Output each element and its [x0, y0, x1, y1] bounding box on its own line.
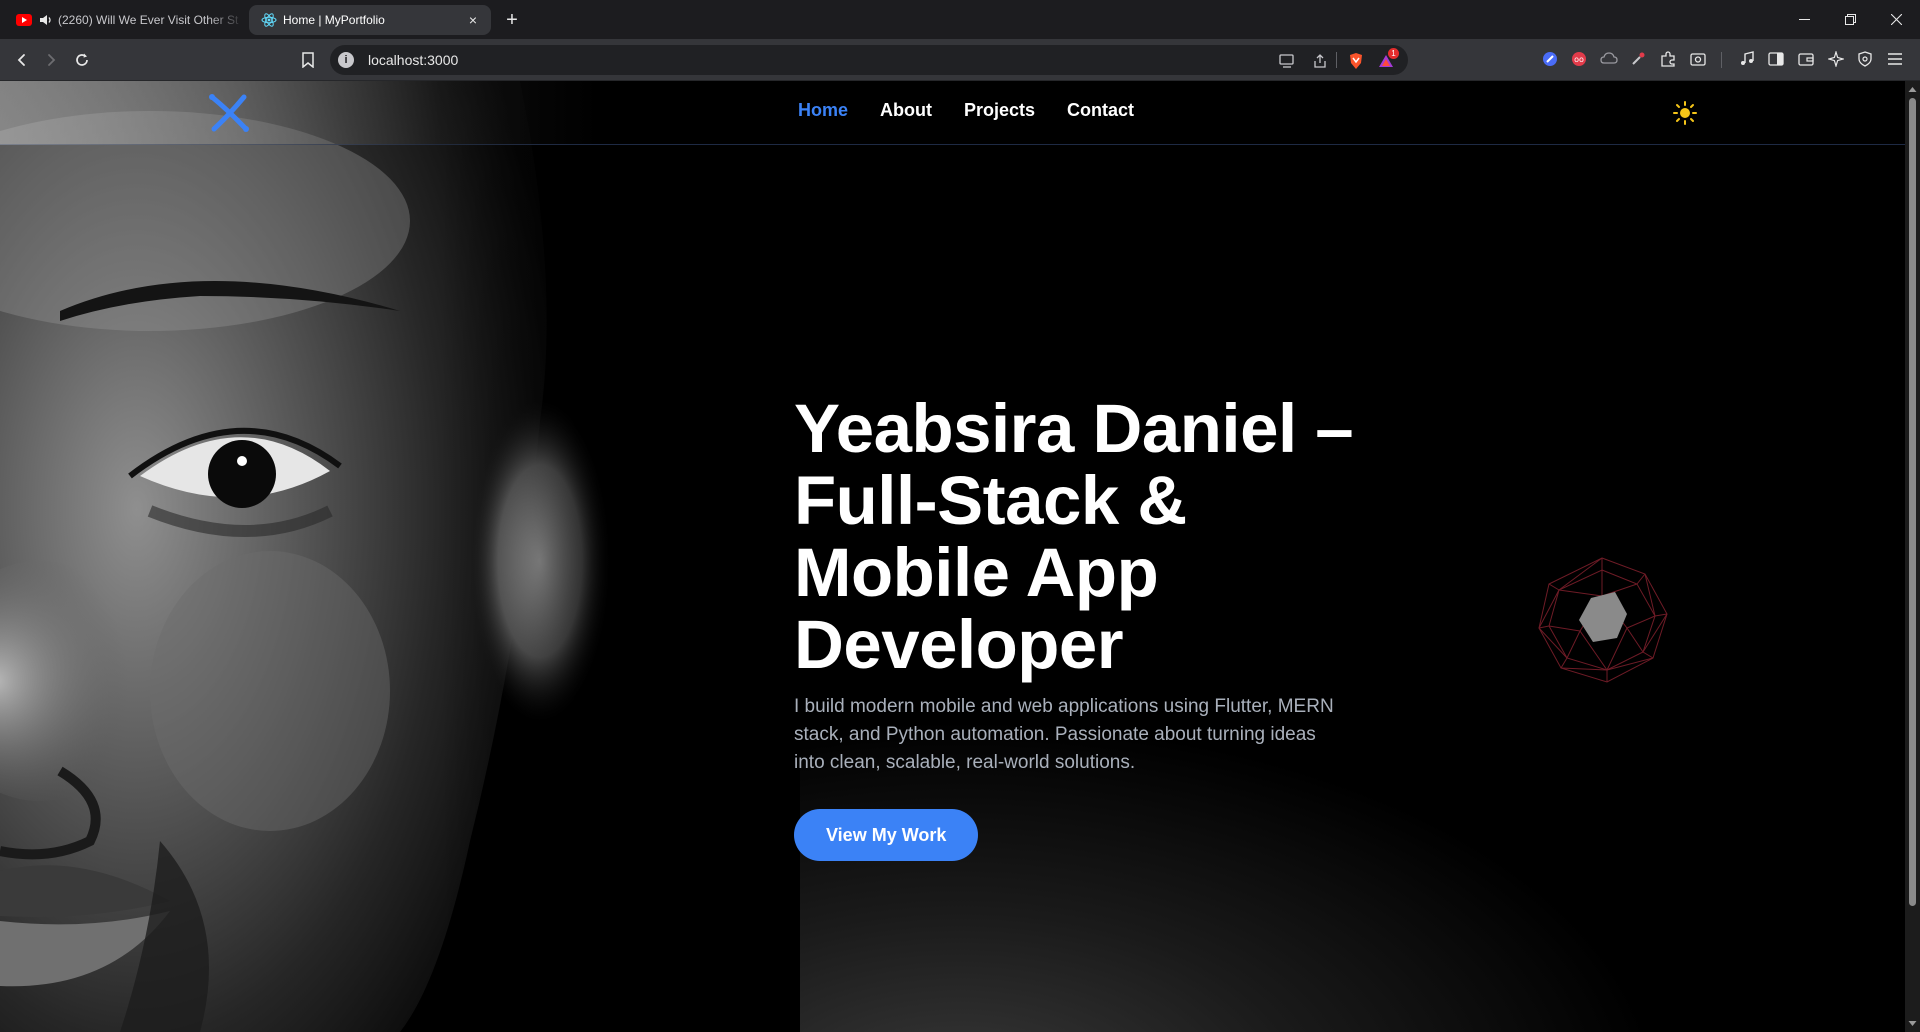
cloud-extension-icon[interactable]	[1598, 48, 1620, 70]
brave-rewards-icon[interactable]: 1	[1376, 48, 1399, 71]
minimize-icon[interactable]	[1781, 0, 1827, 39]
tab-portfolio[interactable]: Home | MyPortfolio ×	[249, 5, 491, 35]
menu-icon[interactable]	[1884, 48, 1906, 70]
vpn-shield-icon[interactable]	[1854, 48, 1876, 70]
screenshot-icon[interactable]	[1687, 48, 1709, 70]
portfolio-page: Home About Projects Contact Yeabsira Dan…	[0, 81, 1905, 1032]
speaker-icon[interactable]	[38, 12, 54, 28]
view-my-work-button[interactable]: View My Work	[794, 809, 979, 861]
url-text[interactable]: localhost:3000	[368, 52, 458, 68]
forward-icon[interactable]	[38, 47, 64, 73]
scroll-up-icon[interactable]	[1908, 85, 1917, 94]
nav-home[interactable]: Home	[798, 100, 848, 121]
browser-toolbar: i localhost:3000 1 oo	[0, 39, 1920, 81]
extension-blue-icon[interactable]	[1539, 48, 1561, 70]
scroll-down-icon[interactable]	[1908, 1019, 1917, 1028]
header-gradient	[0, 81, 800, 145]
react-icon	[261, 12, 277, 28]
nav-contact[interactable]: Contact	[1067, 100, 1134, 121]
back-icon[interactable]	[9, 47, 35, 73]
toolbar-divider	[1721, 52, 1722, 68]
media-control-icon[interactable]	[1736, 48, 1758, 70]
nav-projects[interactable]: Projects	[964, 100, 1035, 121]
brave-shields-icon[interactable]	[1346, 51, 1366, 71]
hero-description: I build modern mobile and web applicatio…	[794, 696, 1334, 773]
leo-ai-icon[interactable]	[1825, 48, 1847, 70]
sun-icon[interactable]	[1672, 100, 1698, 126]
scrollbar-thumb[interactable]	[1909, 98, 1916, 906]
main-nav: Home About Projects Contact	[798, 100, 1134, 121]
youtube-icon	[16, 12, 32, 28]
logo-icon[interactable]	[206, 91, 252, 135]
color-picker-icon[interactable]	[1627, 48, 1649, 70]
wallet-icon[interactable]	[1795, 48, 1817, 70]
polyhedron-graphic	[1538, 557, 1668, 683]
close-tab-icon[interactable]: ×	[463, 10, 483, 30]
tab-title: Home | MyPortfolio	[283, 13, 385, 27]
share-icon[interactable]	[1310, 51, 1330, 71]
hero-title: Yeabsira Daniel – Full-Stack & Mobile Ap…	[794, 390, 1354, 683]
cast-icon[interactable]	[1277, 51, 1297, 71]
portrait-image	[0, 81, 800, 1032]
urlbar-divider	[1336, 52, 1337, 68]
sidebar-icon[interactable]	[1765, 48, 1787, 70]
reload-icon[interactable]	[69, 47, 95, 73]
site-info-icon[interactable]: i	[338, 52, 354, 68]
tab-youtube[interactable]: (2260) Will We Ever Visit Other St	[8, 5, 245, 35]
site-header: Home About Projects Contact	[0, 81, 1905, 145]
notification-badge: 1	[1388, 48, 1399, 59]
close-window-icon[interactable]	[1873, 0, 1919, 39]
hero-section: Yeabsira Daniel – Full-Stack & Mobile Ap…	[794, 393, 1354, 861]
restore-icon[interactable]	[1827, 0, 1873, 39]
tab-title: (2260) Will We Ever Visit Other St	[58, 13, 239, 27]
extensions-puzzle-icon[interactable]	[1657, 48, 1679, 70]
browser-tab-strip: (2260) Will We Ever Visit Other St Home …	[0, 0, 1920, 39]
extension-red-icon[interactable]: oo	[1568, 48, 1590, 70]
bookmark-icon[interactable]	[295, 47, 321, 73]
svg-text:oo: oo	[1574, 55, 1584, 64]
address-bar[interactable]: i localhost:3000 1	[330, 45, 1408, 75]
nav-about[interactable]: About	[880, 100, 932, 121]
page-scrollbar[interactable]	[1905, 81, 1920, 1032]
new-tab-button[interactable]: +	[500, 9, 524, 31]
